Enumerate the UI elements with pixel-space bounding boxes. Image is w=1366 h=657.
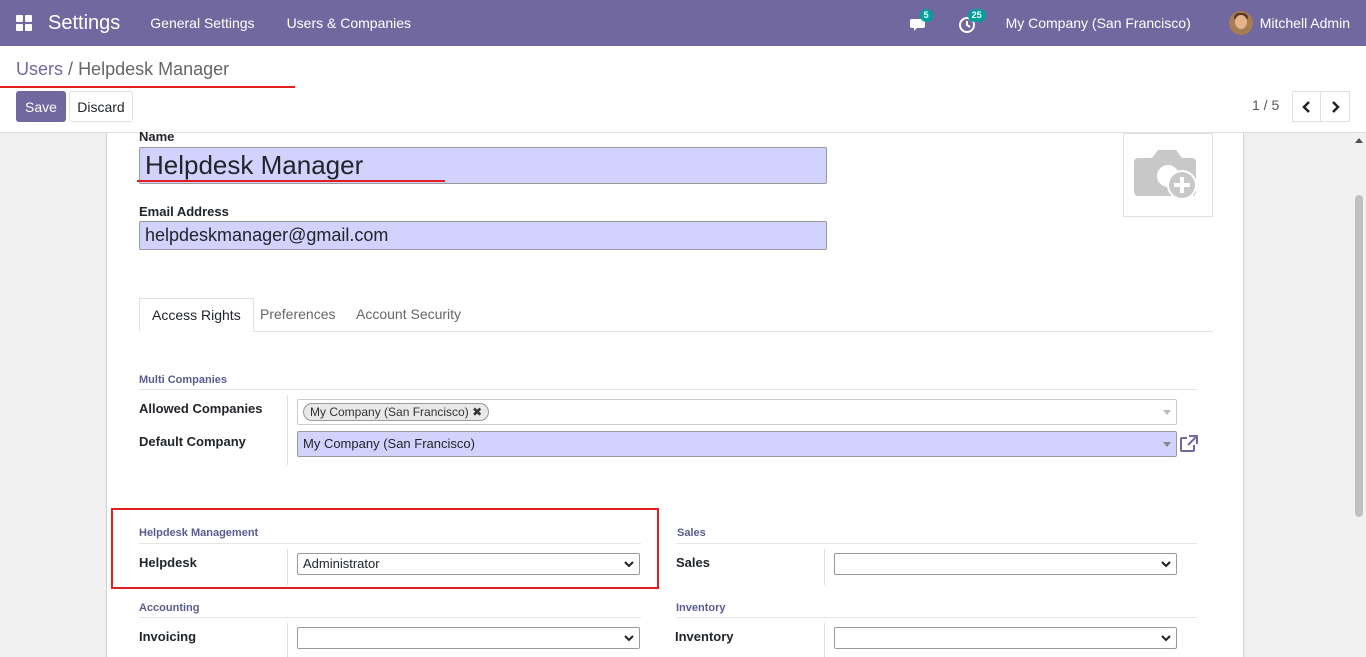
user-menu[interactable]: Mitchell Admin [1260, 15, 1350, 31]
label-separator [824, 549, 825, 585]
menu-users-companies[interactable]: Users & Companies [287, 15, 412, 31]
messages-count-badge: 5 [919, 9, 933, 22]
avatar-upload[interactable] [1123, 133, 1213, 217]
breadcrumb-separator: / [68, 59, 74, 79]
breadcrumb: Users / Helpdesk Manager [16, 59, 229, 80]
chevron-down-icon [1161, 561, 1171, 568]
invoicing-label: Invoicing [139, 629, 197, 644]
menu-general-settings[interactable]: General Settings [150, 15, 254, 31]
scroll-thumb[interactable] [1355, 195, 1363, 517]
label-separator [287, 395, 288, 465]
pager-previous-button[interactable] [1292, 91, 1321, 122]
activities-clock-icon[interactable]: 25 [958, 9, 986, 33]
top-navbar: Settings General Settings Users & Compan… [0, 0, 1366, 46]
section-divider [676, 617, 1197, 618]
default-company-field[interactable]: My Company (San Francisco) [297, 431, 1177, 457]
helpdesk-label: Helpdesk [139, 555, 197, 570]
multi-companies-title: Multi Companies [139, 374, 228, 386]
section-divider [139, 617, 641, 618]
email-field[interactable]: helpdeskmanager@gmail.com [139, 221, 827, 250]
dropdown-caret-icon[interactable] [1163, 410, 1171, 415]
helpdesk-select[interactable]: Administrator [297, 553, 640, 575]
label-separator [824, 623, 825, 657]
inventory-label: Inventory [675, 629, 734, 644]
chevron-left-icon [1301, 100, 1310, 113]
discard-button[interactable]: Discard [69, 91, 133, 122]
section-divider [139, 543, 641, 544]
chevron-down-icon [624, 635, 634, 642]
sales-select[interactable] [834, 553, 1177, 575]
pager-next-button[interactable] [1321, 91, 1350, 122]
annotation-highlight-box [111, 508, 659, 589]
save-button[interactable]: Save [16, 91, 66, 122]
messages-icon[interactable]: 5 [909, 9, 933, 33]
page-scrollbar[interactable] [1352, 133, 1366, 657]
label-separator [287, 549, 288, 585]
breadcrumb-current: Helpdesk Manager [78, 59, 230, 79]
breadcrumb-users-link[interactable]: Users [16, 59, 63, 79]
sales-label: Sales [676, 555, 710, 570]
chevron-right-icon [1332, 100, 1340, 113]
accounting-section-title: Accounting [139, 602, 200, 614]
allowed-company-tag[interactable]: My Company (San Francisco) ✖ [303, 403, 490, 421]
company-switcher[interactable]: My Company (San Francisco) [1006, 15, 1191, 31]
scroll-up-arrow-icon[interactable] [1355, 138, 1363, 143]
default-company-label: Default Company [139, 434, 246, 449]
app-title[interactable]: Settings [48, 12, 120, 35]
pager-value[interactable]: 1 / 5 [1252, 97, 1279, 113]
camera-add-icon [1134, 150, 1197, 200]
allowed-company-tag-label: My Company (San Francisco) [310, 405, 469, 419]
annotation-underline-name [137, 180, 445, 182]
tab-account-security[interactable]: Account Security [344, 298, 473, 332]
chevron-down-icon [1161, 635, 1171, 642]
tab-preferences[interactable]: Preferences [248, 298, 347, 332]
email-label: Email Address [139, 204, 229, 219]
activities-count-badge: 25 [967, 9, 986, 22]
form-tabs: Access Rights Preferences Account Securi… [139, 298, 1213, 332]
name-label: Name [139, 129, 175, 144]
dropdown-caret-icon[interactable] [1163, 442, 1171, 447]
sales-section-title: Sales [677, 527, 706, 539]
external-link-icon[interactable] [1179, 435, 1199, 453]
chevron-down-icon [624, 561, 634, 568]
invoicing-select[interactable] [297, 627, 640, 649]
section-divider [139, 389, 1197, 390]
remove-tag-icon[interactable]: ✖ [472, 405, 482, 419]
section-divider [676, 543, 1197, 544]
allowed-companies-field[interactable]: My Company (San Francisco) ✖ [297, 399, 1177, 425]
annotation-underline [0, 86, 295, 88]
user-avatar[interactable] [1228, 11, 1253, 35]
helpdesk-selected-value: Administrator [303, 556, 380, 571]
label-separator [287, 623, 288, 657]
allowed-companies-label: Allowed Companies [139, 401, 263, 416]
apps-menu-icon[interactable] [16, 15, 32, 31]
tab-access-rights[interactable]: Access Rights [139, 298, 254, 332]
helpdesk-management-title: Helpdesk Management [139, 527, 259, 539]
inventory-select[interactable] [834, 627, 1177, 649]
name-field[interactable]: Helpdesk Manager [139, 147, 827, 184]
form-sheet: Name Helpdesk Manager Email Address help… [106, 129, 1244, 657]
inventory-section-title: Inventory [676, 602, 726, 614]
control-panel: Users / Helpdesk Manager Save Discard 1 … [0, 46, 1366, 133]
default-company-value: My Company (San Francisco) [303, 436, 475, 451]
